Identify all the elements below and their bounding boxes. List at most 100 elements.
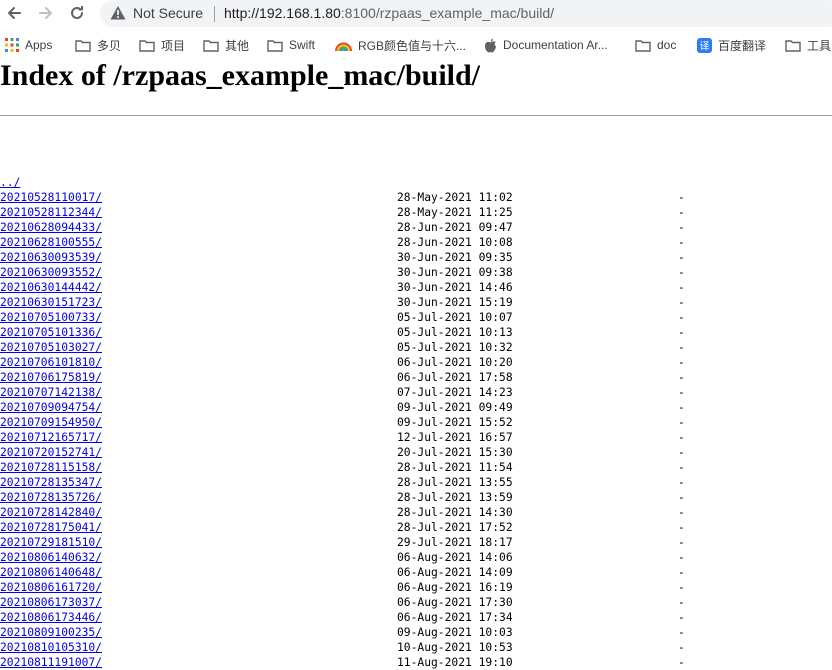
bookmark-documentation[interactable]: Documentation Ar... bbox=[484, 37, 608, 53]
back-button[interactable] bbox=[3, 2, 25, 24]
directory-entry-link[interactable]: 20210630151723/ bbox=[0, 295, 102, 310]
directory-entry-link[interactable]: 20210728175041/ bbox=[0, 520, 102, 535]
directory-entry-link[interactable]: 20210705103027/ bbox=[0, 340, 102, 355]
directory-entry-link[interactable]: 20210806161720/ bbox=[0, 580, 102, 595]
bookmark-folder-xiangmu[interactable]: 项目 bbox=[139, 37, 185, 53]
entry-modified-date: 06-Jul-2021 17:58 bbox=[397, 371, 513, 384]
directory-entry-link[interactable]: 20210810105310/ bbox=[0, 640, 102, 655]
entry-size: - bbox=[678, 566, 685, 579]
directory-entry-link[interactable]: 20210809100235/ bbox=[0, 625, 102, 640]
bookmark-baidu-translate[interactable]: 译 百度翻译 bbox=[697, 37, 766, 53]
directory-entry-link[interactable]: 20210709094754/ bbox=[0, 400, 102, 415]
directory-entry-row: 20210728135347/28-Jul-2021 13:55 - bbox=[0, 475, 685, 490]
directory-entry-link[interactable]: 20210630093539/ bbox=[0, 250, 102, 265]
entry-modified-date: 28-May-2021 11:02 bbox=[397, 191, 513, 204]
entry-size: - bbox=[678, 596, 685, 609]
forward-button[interactable] bbox=[35, 2, 57, 24]
directory-entry-row: 20210630093552/30-Jun-2021 09:38 - bbox=[0, 265, 685, 280]
rainbow-icon bbox=[335, 38, 352, 52]
entry-modified-date: 29-Jul-2021 18:17 bbox=[397, 536, 513, 549]
entry-modified-date: 30-Jun-2021 15:19 bbox=[397, 296, 513, 309]
bookmark-folder-doc[interactable]: doc bbox=[635, 37, 676, 53]
directory-entry-row: 20210630144442/30-Jun-2021 14:46 - bbox=[0, 280, 685, 295]
bookmark-apps[interactable]: Apps bbox=[5, 37, 52, 53]
entry-size: - bbox=[678, 491, 685, 504]
directory-entry-row: 20210809100235/09-Aug-2021 10:03 - bbox=[0, 625, 685, 640]
bookmark-folder-duobei[interactable]: 多贝 bbox=[75, 37, 121, 53]
entry-modified-date: 09-Aug-2021 10:03 bbox=[397, 626, 513, 639]
entry-modified-date: 12-Jul-2021 16:57 bbox=[397, 431, 513, 444]
entry-modified-date: 05-Jul-2021 10:13 bbox=[397, 326, 513, 339]
address-divider bbox=[214, 6, 215, 22]
entry-modified-date: 10-Aug-2021 10:53 bbox=[397, 641, 513, 654]
url-text[interactable]: http://192.168.1.80:8100/rzpaas_example_… bbox=[224, 5, 554, 21]
address-bar[interactable]: Not Secure http://192.168.1.80:8100/rzpa… bbox=[100, 0, 832, 27]
entry-size: - bbox=[678, 626, 685, 639]
directory-entry-link[interactable]: 20210628094433/ bbox=[0, 220, 102, 235]
entry-size: - bbox=[678, 251, 685, 264]
entry-modified-date: 20-Jul-2021 15:30 bbox=[397, 446, 513, 459]
url-host: 192.168.1.80 bbox=[259, 5, 341, 21]
bookmark-label: 多贝 bbox=[97, 38, 122, 53]
directory-entry-link[interactable]: 20210728135726/ bbox=[0, 490, 102, 505]
directory-entry-link[interactable]: 20210806173037/ bbox=[0, 595, 102, 610]
folder-icon bbox=[139, 39, 155, 52]
reload-button[interactable] bbox=[66, 2, 88, 24]
directory-listing: ../ 20210528110017/28-May-2021 11:02-202… bbox=[0, 130, 685, 670]
directory-entry-row: 20210528112344/28-May-2021 11:25 - bbox=[0, 205, 685, 220]
directory-entry-row: 20210706101810/06-Jul-2021 10:20 - bbox=[0, 355, 685, 370]
security-status[interactable]: Not Secure bbox=[133, 5, 203, 21]
directory-entry-link[interactable]: 20210720152741/ bbox=[0, 445, 102, 460]
arrow-right-icon bbox=[39, 7, 52, 19]
entry-size: - bbox=[678, 326, 685, 339]
entry-modified-date: 06-Aug-2021 17:34 bbox=[397, 611, 513, 624]
directory-entry-link[interactable]: 20210630093552/ bbox=[0, 265, 102, 280]
bookmark-folder-gongju[interactable]: 工具 bbox=[785, 37, 831, 53]
directory-entry-link[interactable]: 20210728115158/ bbox=[0, 460, 102, 475]
entry-size: - bbox=[678, 281, 685, 294]
entry-modified-date: 28-Jul-2021 13:55 bbox=[397, 476, 513, 489]
directory-entry-link[interactable]: 20210728142840/ bbox=[0, 505, 102, 520]
directory-entry-row: 20210709154950/09-Jul-2021 15:52 - bbox=[0, 415, 685, 430]
directory-entry-link[interactable]: 20210706101810/ bbox=[0, 355, 102, 370]
directory-entry-link[interactable]: 20210528110017/ bbox=[0, 190, 102, 205]
entry-size: - bbox=[678, 656, 685, 669]
directory-entry-link[interactable]: 20210712165717/ bbox=[0, 430, 102, 445]
bookmark-label: 百度翻译 bbox=[718, 38, 767, 53]
entry-modified-date: 28-Jun-2021 09:47 bbox=[397, 221, 513, 234]
directory-entry-link[interactable]: 20210806140632/ bbox=[0, 550, 102, 565]
entry-modified-date: 06-Aug-2021 14:09 bbox=[397, 566, 513, 579]
directory-entry-link[interactable]: 20210630144442/ bbox=[0, 280, 102, 295]
bookmark-folder-qita[interactable]: 其他 bbox=[203, 37, 249, 53]
directory-entry-link[interactable]: 20210628100555/ bbox=[0, 235, 102, 250]
bookmark-rgb[interactable]: RGB颜色值与十六... bbox=[335, 37, 466, 53]
entry-size: - bbox=[678, 521, 685, 534]
entry-size: - bbox=[678, 461, 685, 474]
svg-text:译: 译 bbox=[700, 40, 710, 52]
url-path: :8100/rzpaas_example_mac/build/ bbox=[340, 5, 555, 21]
folder-icon bbox=[267, 39, 283, 52]
directory-entry-link[interactable]: 20210706175819/ bbox=[0, 370, 102, 385]
directory-entry-row: 20210811191007/11-Aug-2021 19:10 - bbox=[0, 655, 685, 670]
entry-modified-date: 30-Jun-2021 09:38 bbox=[397, 266, 513, 279]
directory-entry-link[interactable]: 20210705101336/ bbox=[0, 325, 102, 340]
entry-size: - bbox=[678, 641, 685, 654]
parent-directory-link[interactable]: ../ bbox=[0, 175, 20, 190]
directory-entry-link[interactable]: 20210729181510/ bbox=[0, 535, 102, 550]
directory-entry-link[interactable]: 20210728135347/ bbox=[0, 475, 102, 490]
bookmark-label: RGB颜色值与十六... bbox=[358, 38, 467, 53]
page-title: Index of /rzpaas_example_mac/build/ bbox=[0, 59, 481, 92]
directory-entry-row: 20210705100733/05-Jul-2021 10:07 - bbox=[0, 310, 685, 325]
directory-entry-link[interactable]: 20210707142138/ bbox=[0, 385, 102, 400]
directory-entry-link[interactable]: 20210705100733/ bbox=[0, 310, 102, 325]
directory-entry-row: 20210712165717/12-Jul-2021 16:57 - bbox=[0, 430, 685, 445]
entry-size: - bbox=[678, 371, 685, 384]
directory-entry-row: 20210728175041/28-Jul-2021 17:52 - bbox=[0, 520, 685, 535]
directory-entry-link[interactable]: 20210528112344/ bbox=[0, 205, 102, 220]
directory-entry-link[interactable]: 20210709154950/ bbox=[0, 415, 102, 430]
directory-entry-link[interactable]: 20210806140648/ bbox=[0, 565, 102, 580]
directory-entry-link[interactable]: 20210806173446/ bbox=[0, 610, 102, 625]
bookmark-folder-swift[interactable]: Swift bbox=[267, 37, 315, 53]
entry-modified-date: 06-Jul-2021 10:20 bbox=[397, 356, 513, 369]
directory-entry-link[interactable]: 20210811191007/ bbox=[0, 655, 102, 670]
